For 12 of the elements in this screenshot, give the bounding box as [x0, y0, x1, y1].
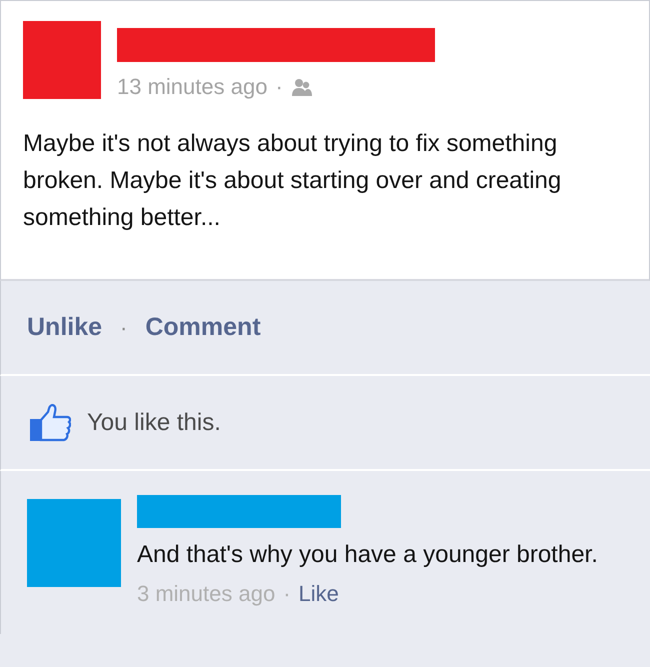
- separator-dot: ·: [120, 314, 128, 342]
- comment-time: 3 minutes ago: [137, 580, 276, 608]
- likes-text: You like this.: [87, 408, 221, 438]
- comment-text: And that's why you have a younger brother.: [137, 540, 598, 570]
- separator-dot: ·: [283, 580, 291, 608]
- like-link[interactable]: Like: [298, 577, 339, 610]
- unlike-link[interactable]: Unlike: [27, 308, 102, 346]
- separator-dot: ·: [275, 73, 283, 101]
- post-time: 13 minutes ago: [117, 74, 268, 100]
- post-text: Maybe it's not always about trying to fix something broken. Maybe it's about starting over and creating something better...: [23, 129, 562, 233]
- comment-link[interactable]: Comment: [145, 308, 261, 346]
- friends-icon: [290, 76, 313, 96]
